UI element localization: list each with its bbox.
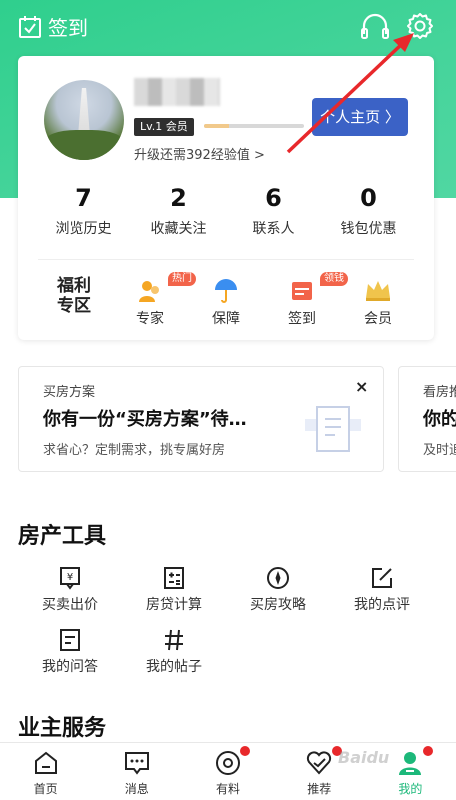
profile-card: Lv.1 会员 升级还需392经验值 > 个人主页 〉 7 浏览历史 2 收藏关注 … xyxy=(18,56,434,340)
quicklink-label: 签到 xyxy=(288,311,316,327)
nav-label: 有料 xyxy=(216,782,241,796)
tool-label: 我的帖子 xyxy=(146,659,202,675)
quicklink-label: 会员 xyxy=(364,311,392,327)
plan2-tag: 看房推 xyxy=(423,385,456,400)
headset-icon[interactable] xyxy=(360,12,390,44)
stats-row: 7 浏览历史 2 收藏关注 6 联系人 0 钱包优惠 xyxy=(36,182,416,238)
plan2-title: 你的 xyxy=(423,409,456,430)
buying-plan-card[interactable]: 买房方案 你有一份“买房方案”待… 求省心？定制需求，挑专属好房 × xyxy=(18,366,384,472)
checkin-calendar-icon xyxy=(290,278,314,306)
price-tag-icon: ¥ xyxy=(58,566,82,594)
document-icon xyxy=(303,405,363,459)
quicklink-checkin[interactable]: 领钱 签到 xyxy=(264,270,348,332)
qa-icon xyxy=(58,628,82,656)
stat-value: 2 xyxy=(170,184,187,212)
nav-label: 我的 xyxy=(398,782,423,796)
level-progress-fill xyxy=(204,124,229,128)
tool-label: 买房攻略 xyxy=(250,597,306,613)
level-progress-bar xyxy=(204,124,304,128)
tool-buying-guide[interactable]: 买房攻略 xyxy=(226,562,330,618)
plan-title: 你有一份“买房方案”待… xyxy=(43,409,247,430)
hashtag-icon xyxy=(162,628,186,656)
umbrella-icon xyxy=(213,278,239,308)
quicklinks-row: 福利 专区 热门 专家 保障 领钱 签到 会员 xyxy=(36,270,416,332)
message-icon xyxy=(123,749,151,781)
welfare-zone-logo: 福利 专区 xyxy=(36,276,112,316)
tool-label: 我的问答 xyxy=(42,659,98,675)
stat-label: 联系人 xyxy=(252,221,295,237)
tool-label: 买卖出价 xyxy=(42,597,98,613)
tool-my-qa[interactable]: 我的问答 xyxy=(18,624,122,680)
stat-label: 钱包优惠 xyxy=(340,221,397,237)
nav-label: 首页 xyxy=(33,782,58,796)
stat-value: 0 xyxy=(360,184,377,212)
divider xyxy=(38,259,414,260)
calculator-icon xyxy=(162,566,186,594)
compass-icon xyxy=(266,566,290,594)
quicklink-membership[interactable]: 会员 xyxy=(340,270,416,332)
tool-label: 我的点评 xyxy=(354,597,410,613)
expert-icon xyxy=(137,278,163,308)
watermark-logo: Baidu xyxy=(338,748,390,767)
username-blurred xyxy=(134,78,220,106)
gear-icon[interactable] xyxy=(406,12,434,44)
quicklink-label: 专家 xyxy=(136,311,164,327)
checkin-button[interactable]: 签到 xyxy=(18,12,88,41)
avatar-trees-image xyxy=(44,130,124,160)
top-bar: 签到 xyxy=(0,0,456,54)
heart-icon xyxy=(305,749,333,781)
upgrade-hint[interactable]: 升级还需392经验值 > xyxy=(134,144,265,163)
crown-icon xyxy=(364,278,392,306)
quicklink-label: 保障 xyxy=(212,311,240,327)
personal-homepage-button[interactable]: 个人主页 〉 xyxy=(312,98,408,136)
owner-services-title: 业主服务 xyxy=(18,716,107,741)
welfare-line1: 福利 xyxy=(57,276,91,296)
notification-dot xyxy=(240,746,251,756)
tool-label: 房贷计算 xyxy=(146,597,202,613)
viewing-plan-card[interactable]: 看房推 你的 及时追 xyxy=(398,366,456,472)
stat-value: 7 xyxy=(75,184,92,212)
property-tools-title: 房产工具 xyxy=(18,524,107,549)
welfare-line2: 专区 xyxy=(57,296,91,316)
nav-home[interactable]: 首页 xyxy=(0,743,91,800)
stat-contacts[interactable]: 6 联系人 xyxy=(226,182,321,238)
calendar-check-icon xyxy=(18,15,42,39)
user-icon xyxy=(396,749,424,781)
stat-value: 6 xyxy=(265,184,282,212)
welfare-zone-link[interactable]: 福利 专区 xyxy=(36,270,112,332)
level-badge: Lv.1 会员 xyxy=(134,118,194,136)
plan2-subtitle: 及时追 xyxy=(423,443,456,458)
notification-dot xyxy=(422,746,433,756)
nav-label: 推荐 xyxy=(307,782,332,796)
edit-icon xyxy=(370,566,394,594)
close-icon[interactable]: × xyxy=(355,377,368,396)
avatar[interactable] xyxy=(44,80,124,160)
plan-tag: 买房方案 xyxy=(43,385,96,400)
tool-mortgage-calc[interactable]: 房贷计算 xyxy=(122,562,226,618)
checkin-label: 签到 xyxy=(48,16,88,40)
home-icon xyxy=(32,749,60,781)
nav-messages[interactable]: 消息 xyxy=(91,743,182,800)
stat-browse-history[interactable]: 7 浏览历史 xyxy=(36,182,131,238)
tool-my-posts[interactable]: 我的帖子 xyxy=(122,624,226,680)
stat-favorites[interactable]: 2 收藏关注 xyxy=(131,182,226,238)
stat-wallet[interactable]: 0 钱包优惠 xyxy=(321,182,416,238)
stat-label: 收藏关注 xyxy=(150,221,207,237)
svg-text:¥: ¥ xyxy=(67,572,73,583)
quicklink-expert[interactable]: 热门 专家 xyxy=(112,270,196,332)
plan-subtitle: 求省心？定制需求，挑专属好房 xyxy=(43,443,226,458)
tool-my-reviews[interactable]: 我的点评 xyxy=(330,562,434,618)
tool-bid-price[interactable]: ¥ 买卖出价 xyxy=(18,562,122,618)
nav-label: 消息 xyxy=(124,782,149,796)
quicklink-protection[interactable]: 保障 xyxy=(188,270,264,332)
nav-content[interactable]: 有料 xyxy=(182,743,273,800)
target-icon xyxy=(214,749,242,781)
stat-label: 浏览历史 xyxy=(55,221,112,237)
